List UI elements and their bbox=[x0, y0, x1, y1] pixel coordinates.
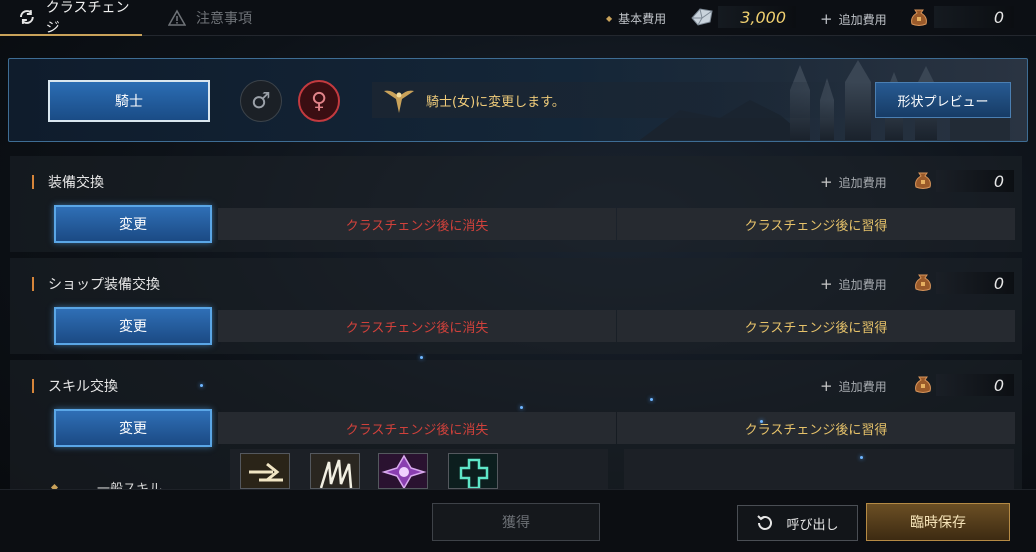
section-add-cost-label: + 追加費用 bbox=[820, 275, 887, 293]
tab-class-change-label: クラスチェンジ bbox=[45, 0, 130, 36]
section-title-text: 装備交換 bbox=[48, 175, 104, 191]
recall-button-label: 呼び出し bbox=[786, 517, 839, 533]
refresh-icon bbox=[19, 10, 34, 24]
shape-preview-button[interactable]: 形状プレビュー bbox=[875, 82, 1011, 118]
gained-skills-area bbox=[624, 449, 1014, 489]
male-icon[interactable]: ♂ bbox=[240, 80, 282, 122]
section-add-cost-label: + 追加費用 bbox=[820, 173, 887, 191]
add-cost-text: 追加費用 bbox=[838, 12, 887, 27]
add-cost-label: + 追加費用 bbox=[820, 10, 887, 28]
gain-after-change: クラスチェンジ後に習得 bbox=[617, 412, 1015, 444]
section-title: スキル交換 bbox=[32, 376, 118, 396]
tab-class-change[interactable]: クラスチェンジ bbox=[0, 0, 142, 36]
money-bag-icon bbox=[911, 9, 927, 26]
sparkle bbox=[200, 384, 203, 387]
female-icon[interactable]: ♀ bbox=[298, 80, 340, 122]
class-change-notice: 騎士(女)に変更します。 bbox=[372, 82, 852, 118]
lost-after-change: クラスチェンジ後に消失 bbox=[218, 208, 616, 240]
money-bag-icon bbox=[915, 172, 931, 189]
knight-emblem-icon bbox=[384, 90, 414, 113]
section-title-text: スキル交換 bbox=[48, 379, 118, 395]
money-bag-icon bbox=[915, 376, 931, 393]
gain-after-change: クラスチェンジ後に習得 bbox=[617, 310, 1015, 342]
section-add-cost-value: 0 bbox=[936, 272, 1014, 294]
section-title-text: ショップ装備交換 bbox=[48, 277, 160, 293]
sparkle bbox=[420, 356, 423, 359]
lost-after-change: クラスチェンジ後に消失 bbox=[218, 412, 616, 444]
purple-sigil-skill-icon[interactable] bbox=[378, 453, 428, 489]
section-add-cost-text: 追加費用 bbox=[838, 175, 887, 190]
double-arrow-skill-icon[interactable] bbox=[240, 453, 290, 489]
green-cross-skill-icon[interactable] bbox=[448, 453, 498, 489]
warning-icon bbox=[168, 9, 186, 26]
change-button[interactable]: 変更 bbox=[54, 307, 212, 345]
tab-notes-label: 注意事項 bbox=[196, 11, 252, 27]
sparkle bbox=[760, 420, 763, 423]
section-add-cost-label: + 追加費用 bbox=[820, 377, 887, 395]
base-cost-text: 基本費用 bbox=[618, 12, 667, 26]
section-title: ショップ装備交換 bbox=[32, 274, 160, 294]
base-cost-label: ◆ 基本費用 bbox=[606, 12, 667, 26]
section-add-cost-text: 追加費用 bbox=[838, 277, 887, 292]
sparkle bbox=[860, 456, 863, 459]
claw-slash-skill-icon[interactable] bbox=[310, 453, 360, 489]
sparkle bbox=[650, 398, 653, 401]
change-button[interactable]: 変更 bbox=[54, 409, 212, 447]
money-bag-icon bbox=[915, 274, 931, 291]
section-add-cost-value: 0 bbox=[936, 170, 1014, 192]
change-button[interactable]: 変更 bbox=[54, 205, 212, 243]
sparkle bbox=[520, 406, 523, 409]
temporary-save-button[interactable]: 臨時保存 bbox=[866, 503, 1010, 541]
notice-text: 騎士(女)に変更します。 bbox=[426, 94, 565, 110]
recall-button[interactable]: 呼び出し bbox=[737, 505, 858, 541]
gain-after-change: クラスチェンジ後に習得 bbox=[617, 208, 1015, 240]
refresh-icon bbox=[757, 515, 773, 530]
section-add-cost-text: 追加費用 bbox=[838, 379, 887, 394]
acquire-button[interactable]: 獲得 bbox=[432, 503, 600, 541]
tab-notes[interactable]: 注意事項 bbox=[168, 0, 252, 36]
class-select-button[interactable]: 騎士 bbox=[48, 80, 210, 122]
section-title: 装備交換 bbox=[32, 172, 104, 192]
lost-after-change: クラスチェンジ後に消失 bbox=[218, 310, 616, 342]
section-add-cost-value: 0 bbox=[936, 374, 1014, 396]
base-cost-value: 3,000 bbox=[718, 6, 796, 28]
crystal-icon bbox=[691, 8, 713, 26]
add-cost-value: 0 bbox=[934, 6, 1014, 28]
